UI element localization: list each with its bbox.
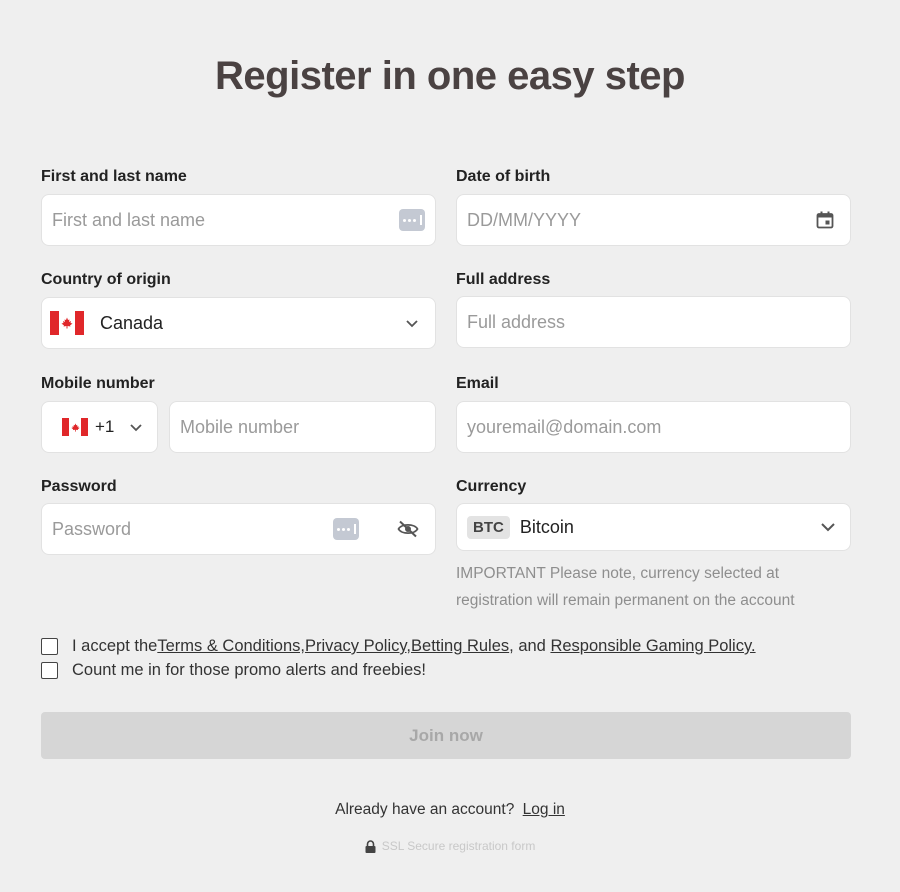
currency-note: IMPORTANT Please note, currency selected… <box>456 565 795 609</box>
password-manager-icon[interactable] <box>333 518 359 540</box>
mobile-label: Mobile number <box>41 375 155 392</box>
canada-flag-icon <box>62 418 88 436</box>
country-value: Canada <box>100 312 164 333</box>
currency-select[interactable]: BTC Bitcoin <box>456 503 851 551</box>
address-input[interactable] <box>467 311 840 333</box>
calendar-icon[interactable] <box>816 211 834 229</box>
currency-label: Currency <box>456 478 527 495</box>
eye-off-icon[interactable] <box>397 520 419 538</box>
terms-and-text: , and <box>509 637 551 655</box>
dob-input[interactable] <box>467 209 816 231</box>
mobile-code-select[interactable]: +1 <box>41 401 158 453</box>
email-field[interactable] <box>456 401 851 453</box>
address-field[interactable] <box>456 296 851 348</box>
name-input[interactable] <box>52 209 399 231</box>
name-label: First and last name <box>41 168 187 185</box>
password-field[interactable] <box>41 503 436 555</box>
country-label: Country of origin <box>41 271 171 288</box>
dob-label: Date of birth <box>456 168 551 185</box>
dob-field[interactable] <box>456 194 851 246</box>
responsible-gaming-link[interactable]: Responsible Gaming Policy. <box>550 637 755 656</box>
password-input[interactable] <box>52 518 333 540</box>
currency-code-badge: BTC <box>467 515 510 539</box>
ssl-notice: SSL Secure registration form <box>0 839 900 853</box>
login-link[interactable]: Log in <box>523 801 565 818</box>
terms-row: I accept the Terms & Conditions, Privacy… <box>41 637 756 656</box>
mobile-input[interactable] <box>180 416 425 438</box>
mobile-code-value: +1 <box>95 417 115 436</box>
terms-link[interactable]: Terms & Conditions, <box>157 637 305 656</box>
password-label: Password <box>41 478 117 495</box>
mobile-field[interactable] <box>169 401 436 453</box>
name-field[interactable] <box>41 194 436 246</box>
already-text: Already have an account? <box>335 801 515 818</box>
privacy-link[interactable]: Privacy Policy, <box>305 637 411 656</box>
lock-icon <box>365 839 376 853</box>
canada-flag-icon <box>50 311 84 335</box>
promo-checkbox[interactable] <box>41 662 58 679</box>
join-now-button[interactable]: Join now <box>41 712 851 759</box>
ssl-text: SSL Secure registration form <box>381 839 536 853</box>
email-label: Email <box>456 375 499 392</box>
email-input[interactable] <box>467 416 840 438</box>
login-prompt: Already have an account? Log in <box>0 801 900 819</box>
chevron-down-icon <box>130 423 142 431</box>
password-manager-icon[interactable] <box>399 209 425 231</box>
promo-row: Count me in for those promo alerts and f… <box>41 661 426 680</box>
promo-label: Count me in for those promo alerts and f… <box>72 661 427 679</box>
terms-prefix: I accept the <box>72 637 158 655</box>
page-title: Register in one easy step <box>215 54 685 98</box>
terms-checkbox[interactable] <box>41 638 58 655</box>
chevron-down-icon <box>821 523 835 532</box>
country-select[interactable]: Canada <box>41 297 436 349</box>
chevron-down-icon <box>406 319 418 327</box>
address-label: Full address <box>456 271 551 288</box>
betting-rules-link[interactable]: Betting Rules <box>411 637 509 656</box>
currency-value: Bitcoin <box>519 516 574 537</box>
